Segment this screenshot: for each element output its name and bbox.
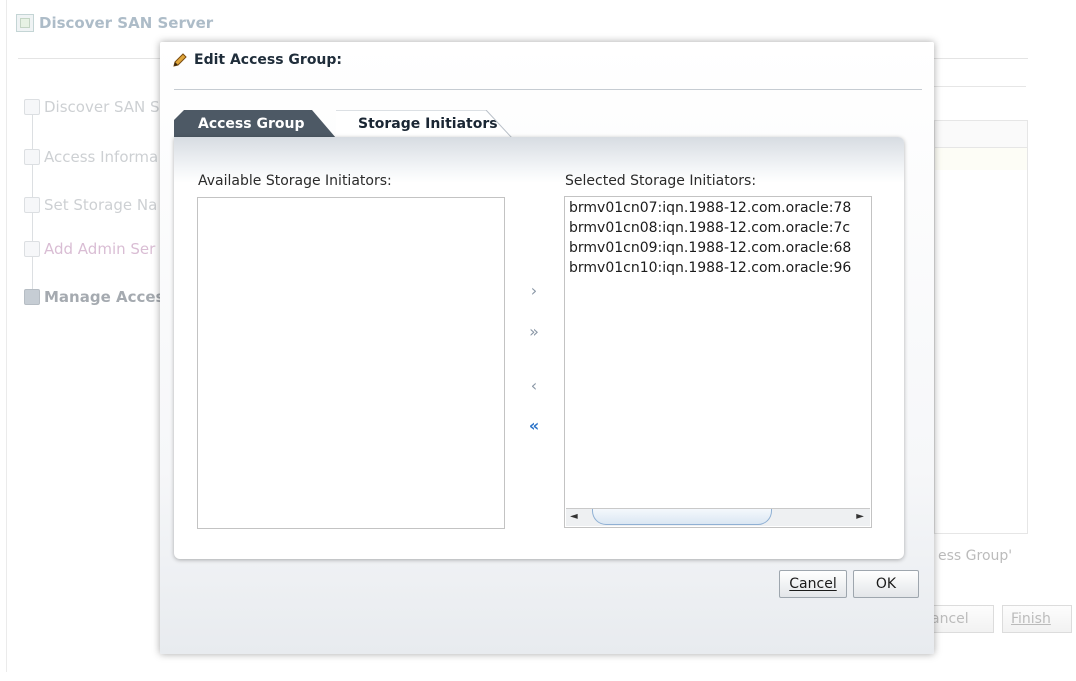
tab-storage-initiators[interactable]: Storage Initiators xyxy=(336,110,512,138)
dialog-title: Edit Access Group: xyxy=(172,52,342,68)
pencil-icon xyxy=(172,52,188,68)
list-item[interactable]: brmv01cn07:iqn.1988-12.com.oracle:78 xyxy=(565,198,871,218)
tab-label: Storage Initiators xyxy=(358,116,498,132)
scroll-right-arrow-icon[interactable]: ► xyxy=(856,511,864,522)
move-all-left-icon[interactable]: « xyxy=(523,414,545,436)
tab-label: Access Group xyxy=(198,116,305,132)
move-all-right-icon[interactable]: » xyxy=(523,320,545,342)
selected-initiators-list[interactable]: brmv01cn07:iqn.1988-12.com.oracle:78 brm… xyxy=(564,196,872,528)
cancel-button[interactable]: Cancel xyxy=(779,570,847,598)
dialog-title-text: Edit Access Group: xyxy=(194,52,343,68)
scroll-left-arrow-icon[interactable]: ◄ xyxy=(570,511,578,522)
horizontal-scrollbar[interactable]: ◄ ► xyxy=(566,508,870,526)
scrollbar-thumb[interactable] xyxy=(592,509,772,525)
divider xyxy=(174,89,922,90)
edit-access-group-dialog: Edit Access Group: Access Group Storage … xyxy=(160,42,934,654)
tab-access-group[interactable]: Access Group xyxy=(174,110,336,138)
list-item[interactable]: brmv01cn09:iqn.1988-12.com.oracle:68 xyxy=(565,238,871,258)
move-left-icon[interactable]: ‹ xyxy=(523,374,545,396)
selected-initiators-label: Selected Storage Initiators: xyxy=(565,173,757,189)
ok-button[interactable]: OK xyxy=(853,570,919,598)
list-item[interactable]: brmv01cn10:iqn.1988-12.com.oracle:96 xyxy=(565,258,871,278)
move-right-icon[interactable]: › xyxy=(523,279,545,301)
tab-panel: Available Storage Initiators: Selected S… xyxy=(174,137,904,559)
list-item[interactable]: brmv01cn08:iqn.1988-12.com.oracle:7c xyxy=(565,218,871,238)
available-initiators-list[interactable] xyxy=(197,197,505,529)
available-initiators-label: Available Storage Initiators: xyxy=(198,173,392,189)
